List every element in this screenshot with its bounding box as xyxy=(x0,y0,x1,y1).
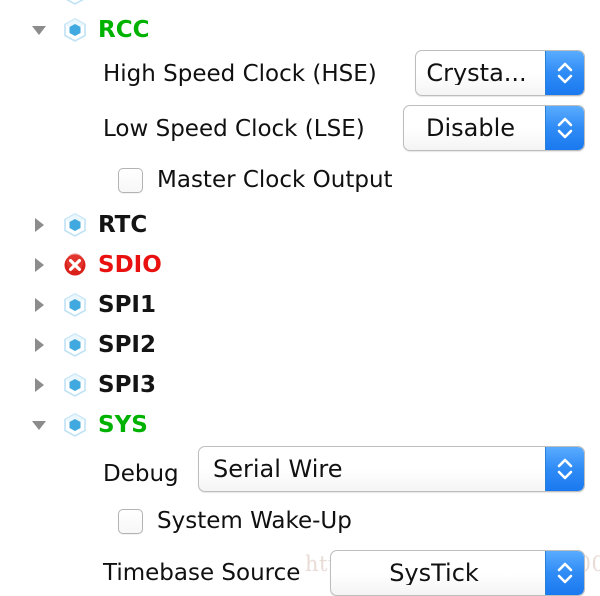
disclosure-triangle-down-icon[interactable] xyxy=(30,416,48,434)
tree-item-spi1[interactable]: SPI1 xyxy=(0,286,600,324)
timebase-source-dropdown[interactable]: SysTick xyxy=(330,550,585,596)
tree-item-spi2[interactable]: SPI2 xyxy=(0,326,600,364)
cube-icon xyxy=(62,372,88,398)
stepper-arrows-icon[interactable] xyxy=(545,106,584,150)
hse-value: Crysta... xyxy=(416,61,545,85)
lse-label: Low Speed Clock (LSE) xyxy=(103,118,365,141)
peripheral-configuration-panel: https://blog.csdn.net/too000 RCC High Sp… xyxy=(0,0,600,588)
error-x-icon xyxy=(62,252,88,278)
cube-icon xyxy=(62,0,88,6)
tree-item-label: SPI1 xyxy=(98,294,156,317)
system-wakeup-label: System Wake-Up xyxy=(157,510,352,533)
cube-icon xyxy=(62,212,88,238)
disclosure-triangle-right-icon[interactable] xyxy=(30,296,48,314)
stepper-arrows-icon[interactable] xyxy=(545,551,584,595)
debug-value: Serial Wire xyxy=(199,457,545,481)
tree-item-label: SPI3 xyxy=(98,374,156,397)
tree-item-label: RCC xyxy=(98,19,149,42)
tree-item-sys[interactable]: SYS xyxy=(0,406,600,444)
disclosure-triangle-right-icon[interactable] xyxy=(30,256,48,274)
system-wakeup-checkbox[interactable] xyxy=(118,509,143,534)
tree-item-label: RTC xyxy=(98,214,147,237)
tree-item-rtc[interactable]: RTC xyxy=(0,206,600,244)
lse-dropdown[interactable]: Disable xyxy=(403,105,585,151)
cube-icon xyxy=(62,412,88,438)
setting-row-master-clock-output[interactable]: Master Clock Output xyxy=(0,165,600,195)
tree-item-sdio[interactable]: SDIO xyxy=(0,246,600,284)
stepper-arrows-icon[interactable] xyxy=(545,447,584,491)
disclosure-triangle-right-icon[interactable] xyxy=(30,376,48,394)
disclosure-triangle-down-icon[interactable] xyxy=(30,21,48,39)
tree-item-label: SPI2 xyxy=(98,334,156,357)
timebase-source-value: SysTick xyxy=(331,561,545,585)
hse-label: High Speed Clock (HSE) xyxy=(103,63,377,86)
cube-icon xyxy=(62,17,88,43)
master-clock-output-label: Master Clock Output xyxy=(157,169,393,192)
timebase-source-label: Timebase Source xyxy=(103,562,300,585)
disclosure-triangle-right-icon[interactable] xyxy=(30,336,48,354)
stepper-arrows-icon[interactable] xyxy=(545,51,584,95)
tree-item-rcc[interactable]: RCC xyxy=(0,11,600,49)
cube-icon xyxy=(62,332,88,358)
debug-dropdown[interactable]: Serial Wire xyxy=(198,446,585,492)
lse-value: Disable xyxy=(404,116,545,140)
debug-label: Debug xyxy=(103,463,179,486)
setting-row-system-wakeup[interactable]: System Wake-Up xyxy=(0,506,600,536)
disclosure-triangle-right-icon[interactable] xyxy=(30,216,48,234)
cube-icon xyxy=(62,292,88,318)
hse-dropdown[interactable]: Crysta... xyxy=(415,50,585,96)
master-clock-output-checkbox[interactable] xyxy=(118,168,143,193)
tree-item-label: SDIO xyxy=(98,254,162,277)
tree-item-spi3[interactable]: SPI3 xyxy=(0,366,600,404)
tree-item-label: SYS xyxy=(98,414,148,437)
